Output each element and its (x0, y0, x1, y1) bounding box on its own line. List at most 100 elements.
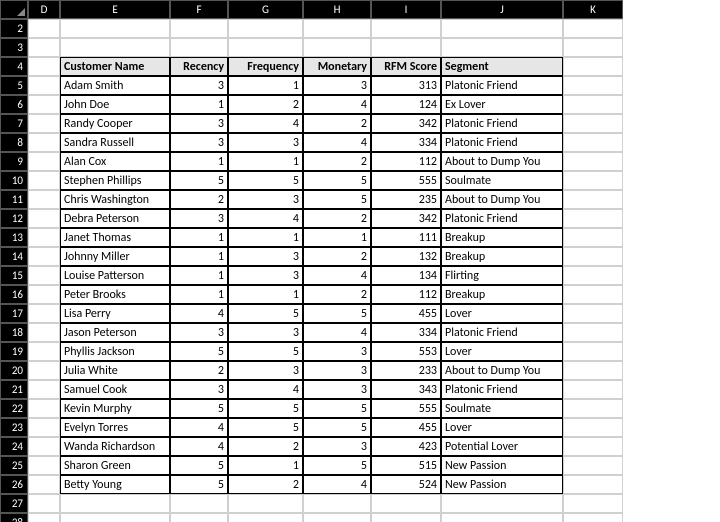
row-header-25[interactable]: 25 (0, 456, 28, 475)
row-header-11[interactable]: 11 (0, 190, 28, 209)
empty-cell[interactable] (371, 494, 441, 513)
col-header-J[interactable]: J (441, 0, 563, 19)
row-header-8[interactable]: 8 (0, 133, 28, 152)
empty-cell[interactable] (60, 19, 170, 38)
col-header-D[interactable]: D (28, 0, 60, 19)
empty-cell[interactable] (563, 380, 623, 399)
row-header-14[interactable]: 14 (0, 247, 28, 266)
row-header-7[interactable]: 7 (0, 114, 28, 133)
empty-cell[interactable] (563, 76, 623, 95)
table-header-f[interactable]: Recency (170, 57, 228, 76)
row-header-15[interactable]: 15 (0, 266, 28, 285)
empty-cell[interactable] (563, 114, 623, 133)
row-header-28[interactable]: 28 (0, 513, 28, 522)
row-header-9[interactable]: 9 (0, 152, 28, 171)
empty-cell[interactable] (28, 38, 60, 57)
empty-cell[interactable] (228, 513, 303, 522)
table-header-j[interactable]: Segment (441, 57, 563, 76)
empty-cell[interactable] (28, 456, 60, 475)
empty-cell[interactable] (563, 171, 623, 190)
empty-cell[interactable] (563, 247, 623, 266)
empty-cell[interactable] (60, 494, 170, 513)
empty-cell[interactable] (563, 57, 623, 76)
empty-cell[interactable] (60, 38, 170, 57)
empty-cell[interactable] (28, 209, 60, 228)
empty-cell[interactable] (563, 475, 623, 494)
empty-cell[interactable] (28, 266, 60, 285)
empty-cell[interactable] (170, 494, 228, 513)
select-all-corner[interactable] (0, 0, 28, 19)
empty-cell[interactable] (28, 171, 60, 190)
empty-cell[interactable] (28, 114, 60, 133)
empty-cell[interactable] (563, 19, 623, 38)
col-header-I[interactable]: I (371, 0, 441, 19)
empty-cell[interactable] (28, 513, 60, 522)
empty-cell[interactable] (563, 399, 623, 418)
empty-cell[interactable] (28, 95, 60, 114)
col-header-F[interactable]: F (170, 0, 228, 19)
empty-cell[interactable] (28, 228, 60, 247)
empty-cell[interactable] (441, 38, 563, 57)
empty-cell[interactable] (563, 342, 623, 361)
empty-cell[interactable] (371, 513, 441, 522)
empty-cell[interactable] (563, 456, 623, 475)
row-header-10[interactable]: 10 (0, 171, 28, 190)
empty-cell[interactable] (28, 361, 60, 380)
empty-cell[interactable] (303, 494, 371, 513)
table-header-e[interactable]: Customer Name (60, 57, 170, 76)
row-header-3[interactable]: 3 (0, 38, 28, 57)
empty-cell[interactable] (563, 418, 623, 437)
col-header-H[interactable]: H (303, 0, 371, 19)
row-header-27[interactable]: 27 (0, 494, 28, 513)
empty-cell[interactable] (228, 19, 303, 38)
empty-cell[interactable] (371, 19, 441, 38)
empty-cell[interactable] (28, 76, 60, 95)
empty-cell[interactable] (28, 57, 60, 76)
empty-cell[interactable] (441, 494, 563, 513)
table-header-g[interactable]: Frequency (228, 57, 303, 76)
empty-cell[interactable] (170, 513, 228, 522)
empty-cell[interactable] (303, 513, 371, 522)
col-header-G[interactable]: G (228, 0, 303, 19)
row-header-5[interactable]: 5 (0, 76, 28, 95)
row-header-2[interactable]: 2 (0, 19, 28, 38)
row-header-19[interactable]: 19 (0, 342, 28, 361)
empty-cell[interactable] (28, 437, 60, 456)
empty-cell[interactable] (563, 228, 623, 247)
empty-cell[interactable] (60, 513, 170, 522)
col-header-E[interactable]: E (60, 0, 170, 19)
row-header-16[interactable]: 16 (0, 285, 28, 304)
empty-cell[interactable] (28, 133, 60, 152)
row-header-23[interactable]: 23 (0, 418, 28, 437)
empty-cell[interactable] (28, 475, 60, 494)
empty-cell[interactable] (563, 323, 623, 342)
empty-cell[interactable] (563, 494, 623, 513)
row-header-6[interactable]: 6 (0, 95, 28, 114)
table-header-i[interactable]: RFM Score (371, 57, 441, 76)
empty-cell[interactable] (563, 266, 623, 285)
empty-cell[interactable] (563, 361, 623, 380)
empty-cell[interactable] (371, 38, 441, 57)
row-header-13[interactable]: 13 (0, 228, 28, 247)
empty-cell[interactable] (563, 133, 623, 152)
row-header-22[interactable]: 22 (0, 399, 28, 418)
empty-cell[interactable] (28, 190, 60, 209)
row-header-17[interactable]: 17 (0, 304, 28, 323)
empty-cell[interactable] (170, 38, 228, 57)
empty-cell[interactable] (28, 247, 60, 266)
empty-cell[interactable] (563, 209, 623, 228)
empty-cell[interactable] (228, 494, 303, 513)
empty-cell[interactable] (563, 513, 623, 522)
row-header-21[interactable]: 21 (0, 380, 28, 399)
empty-cell[interactable] (28, 418, 60, 437)
empty-cell[interactable] (228, 38, 303, 57)
empty-cell[interactable] (563, 437, 623, 456)
empty-cell[interactable] (28, 323, 60, 342)
empty-cell[interactable] (563, 190, 623, 209)
empty-cell[interactable] (303, 19, 371, 38)
row-header-12[interactable]: 12 (0, 209, 28, 228)
empty-cell[interactable] (441, 19, 563, 38)
table-header-h[interactable]: Monetary (303, 57, 371, 76)
empty-cell[interactable] (28, 342, 60, 361)
spreadsheet-grid[interactable]: DEFGHIJK234Customer NameRecencyFrequency… (0, 0, 720, 522)
